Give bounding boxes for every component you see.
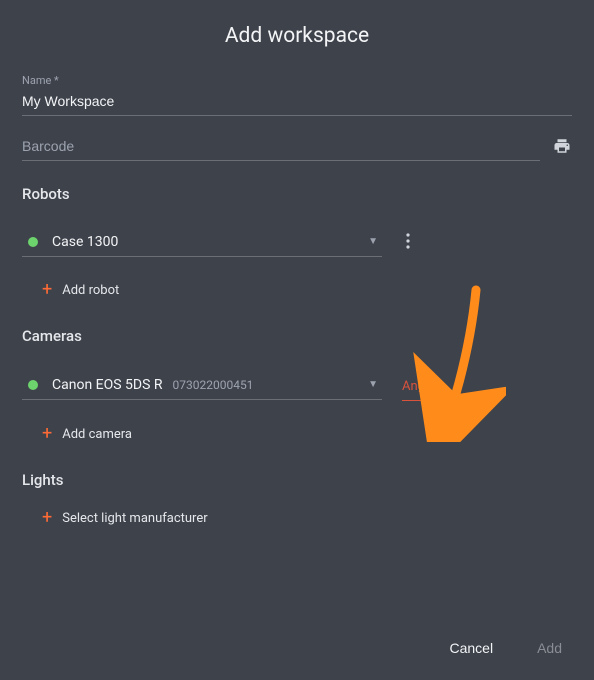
chevron-down-icon: ▼ [368, 379, 378, 390]
select-light-label: Select light manufacturer [62, 511, 207, 526]
more-vert-icon[interactable] [402, 229, 414, 257]
barcode-input[interactable] [22, 134, 540, 161]
angle-field[interactable]: Angle * [402, 371, 482, 401]
chevron-down-icon: ▼ [368, 236, 378, 247]
cancel-button[interactable]: Cancel [441, 634, 501, 662]
plus-icon: + [42, 281, 52, 299]
add-camera-button[interactable]: + Add camera [22, 425, 572, 443]
add-workspace-dialog: Add workspace Name * Robots Case 1300 ▼ … [0, 0, 594, 573]
angle-label: Angle * [402, 379, 444, 394]
lights-header: Lights [22, 471, 572, 489]
camera-serial: 073022000451 [173, 378, 254, 392]
robot-select[interactable]: Case 1300 ▼ [22, 230, 382, 257]
camera-row: Canon EOS 5DS R 073022000451 ▼ Angle * [22, 371, 572, 401]
robots-header: Robots [22, 185, 572, 203]
print-icon[interactable] [552, 137, 572, 159]
plus-icon: + [42, 509, 52, 527]
select-light-button[interactable]: + Select light manufacturer [22, 509, 572, 527]
camera-selected-text: Canon EOS 5DS R 073022000451 [52, 377, 368, 393]
status-dot-icon [28, 380, 38, 390]
add-camera-label: Add camera [62, 427, 132, 442]
add-robot-button[interactable]: + Add robot [22, 281, 572, 299]
name-input[interactable] [22, 89, 572, 116]
dialog-title: Add workspace [22, 24, 572, 48]
barcode-field [22, 134, 572, 161]
robot-selected-text: Case 1300 [52, 234, 368, 250]
name-label: Name * [22, 74, 572, 87]
camera-select[interactable]: Canon EOS 5DS R 073022000451 ▼ [22, 373, 382, 400]
cameras-header: Cameras [22, 327, 572, 345]
name-field: Name * [22, 74, 572, 116]
robot-row: Case 1300 ▼ [22, 229, 572, 257]
status-dot-icon [28, 237, 38, 247]
add-robot-label: Add robot [62, 283, 119, 298]
dialog-footer: Cancel Add [441, 634, 570, 662]
add-button[interactable]: Add [529, 634, 570, 662]
plus-icon: + [42, 425, 52, 443]
camera-model: Canon EOS 5DS R [52, 377, 163, 393]
